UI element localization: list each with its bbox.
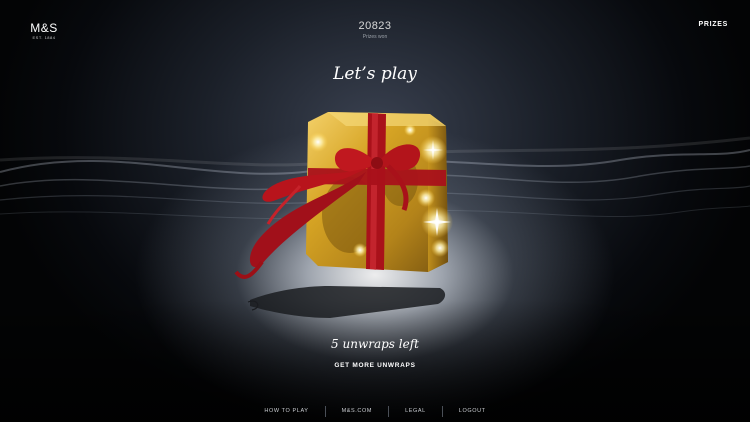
- gift-shadow: [250, 286, 446, 318]
- footer-link-how-to-play[interactable]: HOW TO PLAY: [248, 406, 324, 416]
- footer-link-logout[interactable]: LOGOUT: [443, 406, 502, 416]
- brand-logo[interactable]: M&S EST. 1884: [24, 22, 64, 41]
- prizes-link[interactable]: PRIZES: [699, 21, 728, 28]
- prizes-counter: 20823 Prizes won: [325, 20, 425, 41]
- prizes-won-count: 20823: [358, 20, 392, 32]
- get-more-unwraps-link[interactable]: GET MORE UNWRAPS: [275, 362, 475, 369]
- page-title: Let’s play: [333, 64, 417, 84]
- footer-nav: HOW TO PLAY M&S.COM LEGAL LOGOUT: [0, 400, 750, 422]
- footer-link-ms-com[interactable]: M&S.COM: [326, 406, 388, 416]
- game-stage: M&S EST. 1884 20823 Prizes won PRIZES Le…: [0, 0, 750, 422]
- logo-text: M&S: [30, 21, 58, 35]
- logo-established: EST. 1884: [32, 35, 56, 40]
- unwraps-remaining: 5 unwraps left: [331, 337, 419, 351]
- footer-link-legal[interactable]: LEGAL: [389, 406, 442, 416]
- prizes-won-label: Prizes won: [362, 34, 388, 40]
